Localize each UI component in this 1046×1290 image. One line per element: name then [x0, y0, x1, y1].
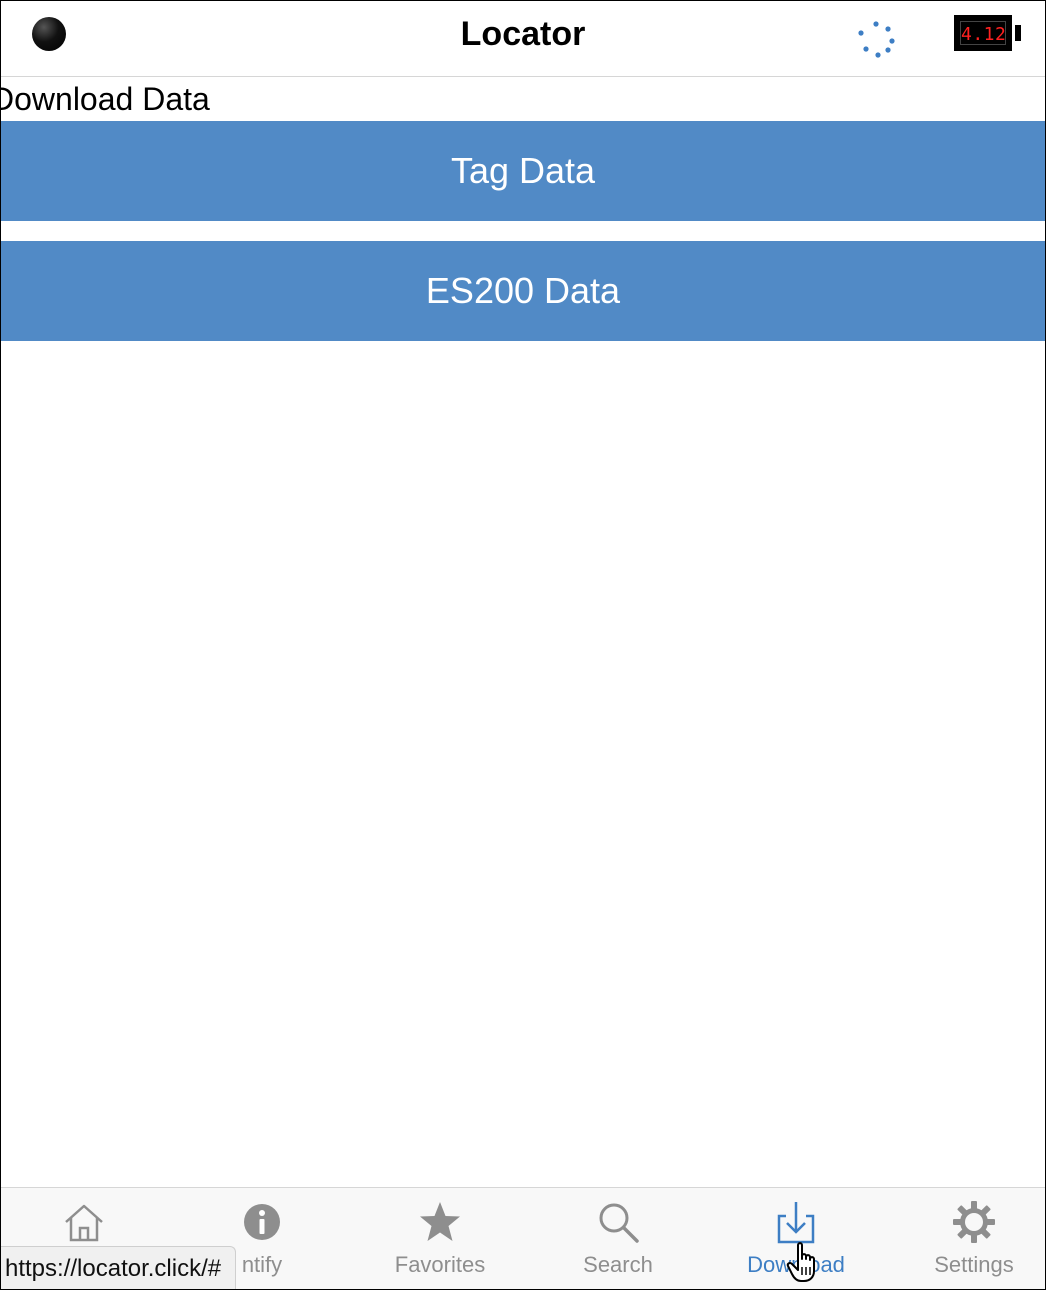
battery-voltage: 4.12 — [961, 24, 1007, 45]
star-icon — [420, 1202, 460, 1241]
es200-data-button[interactable]: ES200 Data — [1, 241, 1045, 341]
battery-display: 4.12 — [960, 21, 1006, 45]
search-icon — [599, 1203, 639, 1243]
app-header: Locator 4.12 — [1, 1, 1045, 77]
tab-favorites-label: Favorites — [394, 1252, 486, 1277]
section-heading: Download Data — [0, 81, 210, 117]
tag-data-button[interactable]: Tag Data — [1, 121, 1045, 221]
tab-settings-label: Settings — [934, 1252, 1014, 1277]
tab-favorites[interactable]: Favorites — [351, 1188, 529, 1289]
app-frame: Locator 4.12 Download Data Tag Data ES20… — [0, 0, 1046, 1290]
tab-search-label: Search — [583, 1252, 653, 1277]
tab-settings[interactable]: Settings — [885, 1188, 1045, 1289]
hand-pointer-cursor-icon — [786, 1242, 815, 1282]
home-icon — [65, 1204, 103, 1242]
battery-indicator: 4.12 — [954, 15, 1012, 51]
link-url-tooltip: https://locator.click/# — [1, 1246, 237, 1289]
gear-icon — [953, 1201, 995, 1243]
download-icon — [777, 1202, 815, 1244]
info-icon — [244, 1204, 280, 1240]
tab-search[interactable]: Search — [529, 1188, 707, 1289]
battery-cap — [1015, 25, 1021, 41]
loading-spinner-icon — [858, 21, 895, 58]
